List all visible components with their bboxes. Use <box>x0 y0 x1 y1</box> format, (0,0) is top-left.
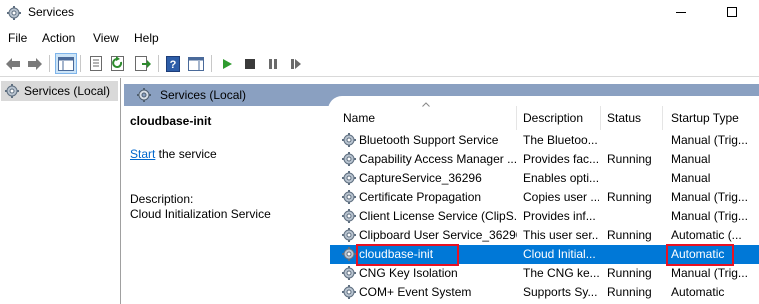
cell-startup-type: Manual (Trig... <box>671 209 748 223</box>
cell-description: Provides fac... <box>523 152 599 166</box>
show-hide-console-tree-icon[interactable] <box>55 53 77 74</box>
menu-help[interactable]: Help <box>134 31 159 45</box>
pause-service-icon[interactable] <box>262 53 284 74</box>
cell-startup-type: Automatic <box>671 285 725 299</box>
cell-startup-type: Manual (Trig... <box>671 190 748 204</box>
cell-startup-type: Manual (Trig... <box>671 133 748 147</box>
service-gear-icon <box>341 284 357 300</box>
table-row[interactable]: CNG Key Isolation The CNG ke... Running Man… <box>330 264 759 283</box>
tree-item-services-local[interactable]: Services (Local) <box>1 81 118 101</box>
toolbar-separator <box>80 55 81 72</box>
cell-status <box>607 131 661 150</box>
service-gear-icon <box>341 132 357 148</box>
cell-status <box>607 245 661 264</box>
cell-status <box>607 169 661 188</box>
cell-name: CNG Key Isolation <box>359 266 458 280</box>
cell-status: Running <box>607 152 652 166</box>
export-list-icon[interactable] <box>132 53 154 74</box>
maximize-button[interactable] <box>727 7 737 17</box>
column-header-name[interactable]: Name <box>330 106 517 130</box>
table-row[interactable]: CaptureService_36296 Enables opti... Manua… <box>330 169 759 188</box>
service-details-panel: cloudbase-init Start the service Descrip… <box>124 106 330 304</box>
svg-text:?: ? <box>170 59 177 71</box>
cell-name: Client License Service (ClipS... <box>359 209 517 223</box>
cell-description: The Bluetoo... <box>523 133 598 147</box>
cell-description: Provides inf... <box>523 209 596 223</box>
cell-status: Running <box>607 285 652 299</box>
cell-name: Bluetooth Support Service <box>359 133 499 147</box>
properties-icon[interactable] <box>85 53 107 74</box>
gear-icon <box>5 84 19 98</box>
toolbar-separator <box>158 55 159 72</box>
gear-icon <box>137 88 151 102</box>
minimize-button[interactable] <box>676 12 686 13</box>
highlight-box-service-name <box>356 244 459 266</box>
column-header-startup-type[interactable]: Startup Type <box>663 106 759 130</box>
cell-description: Supports Sy... <box>523 285 598 299</box>
service-gear-icon <box>341 189 357 205</box>
cell-status <box>607 207 661 226</box>
column-header-description[interactable]: Description <box>517 106 601 130</box>
table-row[interactable]: Certificate Propagation Copies user ... Ru… <box>330 188 759 207</box>
table-row[interactable]: Clipboard User Service_36296 This user se… <box>330 226 759 245</box>
cell-description: Cloud Initial... <box>523 247 596 261</box>
help-icon[interactable]: ? <box>162 53 184 74</box>
stop-service-icon[interactable] <box>239 53 261 74</box>
toolbar-separator <box>211 55 212 72</box>
resume-service-icon[interactable] <box>285 53 307 74</box>
cell-status: Running <box>607 266 652 280</box>
start-service-line: Start the service <box>130 147 217 161</box>
table-row[interactable]: Bluetooth Support Service The Bluetoo... M… <box>330 131 759 150</box>
service-gear-icon <box>341 208 357 224</box>
service-gear-icon <box>341 246 357 262</box>
table-row[interactable]: Capability Access Manager ... Provides fa… <box>330 150 759 169</box>
refresh-icon[interactable] <box>108 53 130 74</box>
cell-name: Capability Access Manager ... <box>359 152 517 166</box>
cell-description: The CNG ke... <box>523 266 599 280</box>
menu-file[interactable]: File <box>8 31 27 45</box>
start-service-icon[interactable] <box>216 53 238 74</box>
back-arrow-icon[interactable] <box>2 53 24 74</box>
show-hide-action-pane-icon[interactable] <box>185 53 207 74</box>
start-service-link[interactable]: Start <box>130 147 155 161</box>
cell-startup-type: Manual <box>671 152 711 166</box>
table-row[interactable]: Client License Service (ClipS... Provides… <box>330 207 759 226</box>
toolbar-separator <box>49 55 50 72</box>
cell-status: Running <box>607 190 652 204</box>
description-label: Description: <box>130 192 194 206</box>
title-bar: Services <box>0 0 759 26</box>
service-gear-icon <box>341 227 357 243</box>
menu-view[interactable]: View <box>93 31 119 45</box>
console-tree: Services (Local) <box>0 78 121 304</box>
forward-arrow-icon[interactable] <box>24 53 46 74</box>
selected-service-name: cloudbase-init <box>130 114 212 128</box>
cell-startup-type: Automatic (... <box>671 228 742 242</box>
pane-header: Services (Local) <box>124 84 759 110</box>
cell-name: COM+ Event System <box>359 285 472 299</box>
gear-icon <box>7 6 21 20</box>
window-title: Services <box>28 5 75 19</box>
description-text: Cloud Initialization Service <box>130 207 271 221</box>
cell-name: Certificate Propagation <box>359 190 482 204</box>
pane-header-title: Services (Local) <box>160 88 247 102</box>
menu-action[interactable]: Action <box>42 31 75 45</box>
sort-ascending-icon <box>422 102 430 107</box>
table-row[interactable]: COM+ Event System Supports Sy... Running Au… <box>330 283 759 302</box>
service-gear-icon <box>341 170 357 186</box>
cell-description: Copies user ... <box>523 190 599 204</box>
column-header-status[interactable]: Status <box>601 106 663 130</box>
cell-name: CaptureService_36296 <box>359 171 482 185</box>
highlight-box-startup-type <box>666 244 734 266</box>
tree-item-label: Services (Local) <box>24 84 111 98</box>
cell-description: This user ser... <box>523 228 599 242</box>
cell-status: Running <box>607 228 652 242</box>
cell-startup-type: Manual (Trig... <box>671 266 748 280</box>
cell-description: Enables opti... <box>523 171 599 185</box>
service-gear-icon <box>341 265 357 281</box>
start-service-suffix: the service <box>155 147 217 161</box>
service-gear-icon <box>341 151 357 167</box>
cell-startup-type: Manual <box>671 171 711 185</box>
toolbar: ? <box>0 50 759 77</box>
cell-name: Clipboard User Service_36296 <box>359 228 517 242</box>
